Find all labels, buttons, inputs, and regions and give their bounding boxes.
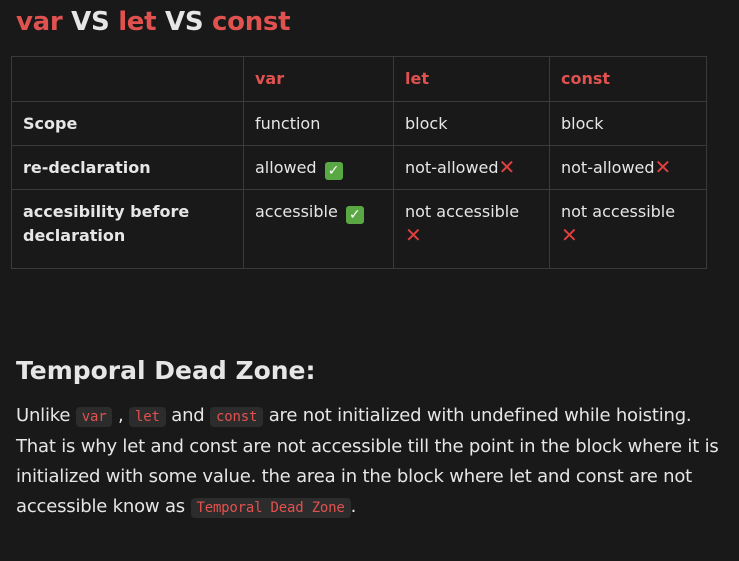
cell-accessibility-const: not accessible ✕ [549,189,707,269]
cell-scope-var: function [243,101,394,146]
title-vs-2: VS [156,7,213,37]
table-header-empty [11,56,244,102]
table-row-redeclaration: re-declaration allowed ✓ not-allowed✕ no… [11,145,707,190]
section-paragraph: Unlike var , let and const are not initi… [16,401,722,523]
cell-redeclaration-let: not-allowed✕ [393,145,550,190]
comparison-table: var let const Scope function block block… [11,56,707,269]
para-text: Unlike [16,405,76,426]
title-vs-1: VS [62,7,119,37]
cell-accessibility-let: not accessible ✕ [393,189,550,269]
table-header-row: var let const [11,56,707,102]
inline-code-tdz: Temporal Dead Zone [190,498,351,518]
inline-code-let: let [129,407,166,427]
cross-icon: ✕ [654,154,672,179]
cross-icon: ✕ [561,223,578,247]
cell-text: not-allowed [561,157,655,177]
para-text: , [112,405,130,426]
para-text: and [165,405,211,426]
section-heading: Temporal Dead Zone: [16,356,316,385]
table-header-let: let [393,56,550,102]
cell-text: not accessible [561,202,676,221]
cell-scope-const: block [549,101,707,146]
title-var: var [16,7,63,37]
cross-icon: ✕ [405,223,422,247]
inline-code-const: const [210,407,264,427]
table-header-const: const [549,56,707,102]
row-label-redeclaration: re-declaration [11,145,244,190]
check-icon: ✓ [345,206,364,224]
check-icon: ✓ [324,161,343,180]
cross-icon: ✕ [498,154,516,179]
cell-scope-let: block [393,101,550,146]
title-const: const [212,7,291,37]
page: var VS let VS const var let const Scope … [0,0,739,561]
title-let: let [118,7,157,37]
cell-text: allowed [255,157,317,177]
cell-text: not accessible [405,202,520,221]
page-title: var VS let VS const [16,3,291,41]
cell-text: accessible [255,202,338,221]
cell-redeclaration-const: not-allowed✕ [549,145,707,190]
row-label-scope: Scope [11,101,244,146]
cell-text: not-allowed [405,157,499,177]
cell-accessibility-var: accessible ✓ [243,189,394,269]
inline-code-var: var [75,407,113,427]
para-text: . [350,496,357,517]
cell-redeclaration-var: allowed ✓ [243,145,394,190]
table-row-scope: Scope function block block [11,101,707,146]
table-row-accessibility: accesibility before declaration accessib… [11,189,707,269]
row-label-accessibility: accesibility before declaration [11,189,244,269]
table-header-var: var [243,56,394,102]
